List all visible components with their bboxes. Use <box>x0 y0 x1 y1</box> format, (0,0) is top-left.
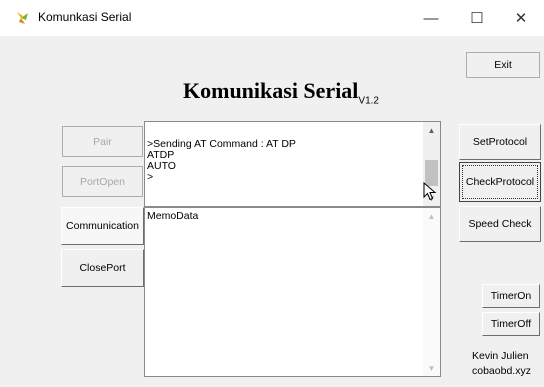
author-site: cobaobd.xyz <box>472 365 531 377</box>
data-memo-scrollbar[interactable]: ▲ ▼ <box>423 208 440 376</box>
set-protocol-button[interactable]: SetProtocol <box>459 124 541 160</box>
timer-off-button[interactable]: TimerOff <box>482 312 540 336</box>
output-memo[interactable]: >Sending AT Command : AT DP ATDP AUTO > … <box>144 121 441 207</box>
speed-check-button[interactable]: Speed Check <box>459 206 541 242</box>
pair-button[interactable]: Pair <box>62 126 143 157</box>
title-bar: Komunkasi Serial — ☐ ✕ <box>0 0 544 36</box>
scroll-up-icon[interactable]: ▲ <box>423 122 440 138</box>
exit-button[interactable]: Exit <box>466 52 540 78</box>
communication-button[interactable]: Communication <box>61 207 144 245</box>
maximize-button[interactable]: ☐ <box>454 0 500 36</box>
close-button[interactable]: ✕ <box>498 0 544 36</box>
page-title-text: Komunikasi Serial <box>183 78 359 103</box>
scroll-down-icon[interactable]: ▼ <box>423 360 440 376</box>
memo-line: AUTO <box>147 160 176 172</box>
memo-line: > <box>147 171 154 183</box>
app-icon <box>14 10 30 26</box>
mouse-pointer-icon <box>423 182 437 201</box>
version-label: V1.2 <box>358 95 379 107</box>
output-memo-text: >Sending AT Command : AT DP ATDP AUTO > <box>147 139 296 183</box>
check-protocol-button[interactable]: CheckProtocol <box>459 162 541 202</box>
minimize-button[interactable]: — <box>408 0 454 36</box>
close-port-button[interactable]: ClosePort <box>61 249 144 287</box>
port-open-button[interactable]: PortOpen <box>62 166 143 197</box>
data-memo-text: MemoData <box>147 210 199 222</box>
page-title: Komunikasi SerialV1.2 <box>183 78 379 106</box>
author-name: Kevin Julien <box>472 350 529 362</box>
data-memo[interactable]: MemoData ▲ ▼ <box>144 207 441 377</box>
timer-on-button[interactable]: TimerOn <box>482 284 540 308</box>
window-title: Komunkasi Serial <box>38 10 132 24</box>
scroll-up-icon[interactable]: ▲ <box>423 208 440 224</box>
